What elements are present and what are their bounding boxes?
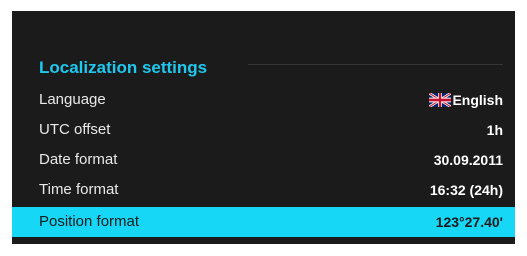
setting-row-language[interactable]: Language English: [12, 85, 515, 115]
setting-row-date-format[interactable]: Date format 30.09.2011: [12, 145, 515, 175]
setting-value-utc-offset: 1h: [486, 122, 503, 138]
setting-row-time-format[interactable]: Time format 16:32 (24h): [12, 175, 515, 205]
setting-value-position-format: 123°27.40': [435, 214, 503, 230]
section-title: Localization settings: [39, 58, 208, 77]
setting-value-language-text: English: [452, 92, 503, 108]
section-divider: [248, 64, 503, 65]
localization-settings-panel: Localization settings Language English U…: [12, 11, 515, 244]
setting-row-position-format[interactable]: Position format 123°27.40': [12, 207, 515, 237]
setting-value-time-format: 16:32 (24h): [429, 182, 503, 198]
setting-row-utc-offset[interactable]: UTC offset 1h: [12, 115, 515, 145]
uk-flag-icon: [429, 93, 452, 107]
setting-label-language: Language: [39, 91, 106, 108]
setting-value-date-format: 30.09.2011: [433, 152, 503, 168]
setting-label-date-format: Date format: [39, 151, 118, 168]
setting-label-position-format: Position format: [39, 213, 140, 230]
section-header: Localization settings: [12, 55, 515, 85]
setting-label-time-format: Time format: [39, 181, 119, 198]
setting-value-language: English: [429, 85, 503, 115]
setting-label-utc-offset: UTC offset: [39, 121, 111, 138]
